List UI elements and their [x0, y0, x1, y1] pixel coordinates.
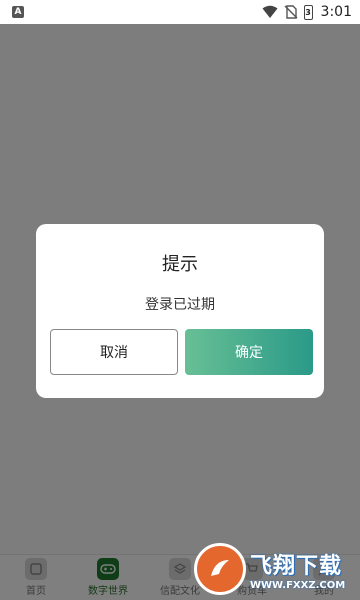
no-sim-icon: [284, 5, 298, 19]
status-time: 3:01: [320, 4, 352, 20]
battery-icon: 3: [303, 4, 313, 20]
status-bar: A 3 3:01: [0, 0, 360, 24]
cancel-button[interactable]: 取消: [50, 329, 178, 375]
dialog-message: 登录已过期: [145, 297, 215, 313]
watermark-logo-icon: [194, 543, 246, 595]
status-left: A: [12, 6, 24, 18]
dialog-title: 提示: [162, 254, 198, 275]
battery-level: 3: [305, 7, 311, 17]
notification-badge: A: [12, 6, 24, 18]
watermark: 飞翔下载 WWW.FXXZ.COM: [194, 540, 354, 598]
watermark-title: 飞翔下载: [250, 553, 343, 579]
status-right: 3 3:01: [262, 4, 352, 20]
watermark-subtitle: WWW.FXXZ.COM: [250, 579, 346, 591]
alert-dialog: 提示 登录已过期 取消 确定: [36, 224, 324, 398]
watermark-text: 飞翔下载 WWW.FXXZ.COM: [250, 548, 345, 591]
confirm-button[interactable]: 确定: [185, 329, 313, 375]
wifi-icon: [262, 5, 278, 18]
